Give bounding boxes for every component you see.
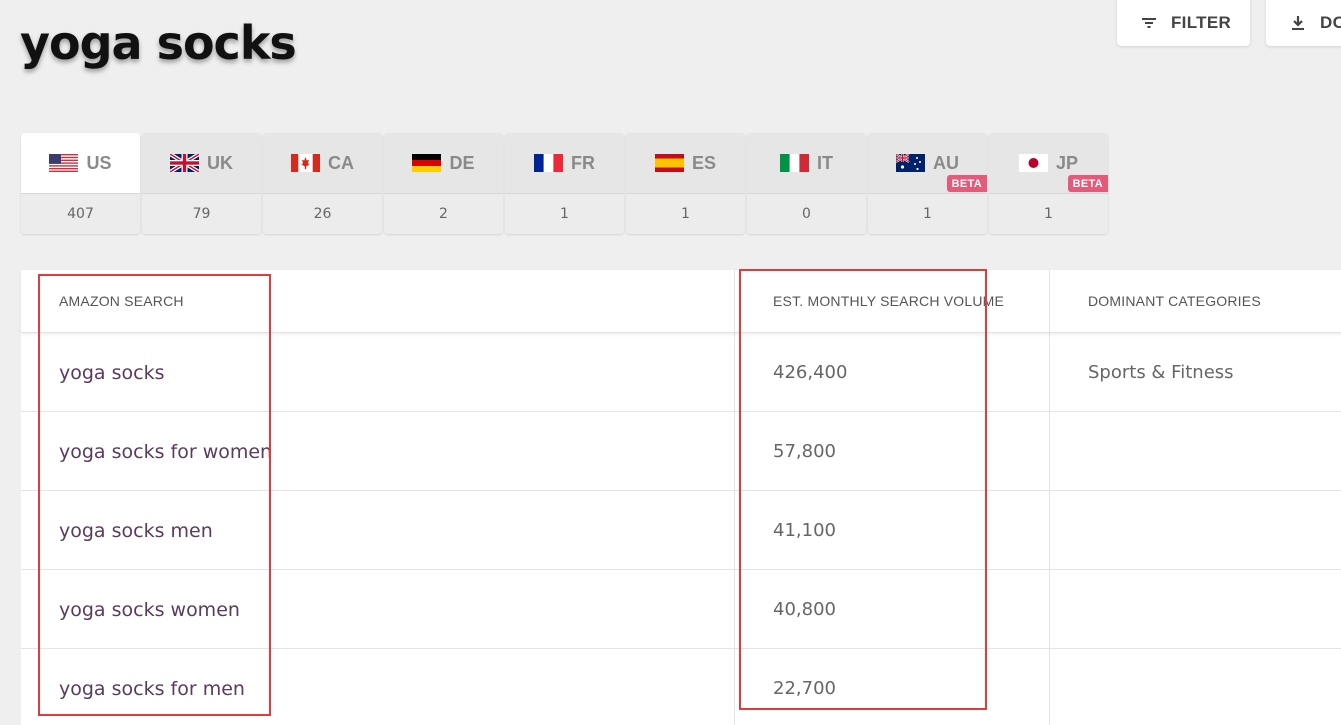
market-tab-fr[interactable]: FR 1 <box>505 133 624 234</box>
page: yoga socks FILTER DO US 407 UK 79 CA 26 … <box>0 0 1341 725</box>
market-count: 1 <box>989 194 1108 234</box>
market-tab-au[interactable]: AU 1 BETA <box>868 133 987 234</box>
table-row: yoga socks for women 57,800 <box>21 412 1341 491</box>
beta-badge: BETA <box>1067 175 1108 192</box>
jp-flag-icon <box>1018 154 1048 172</box>
table-row: yoga socks men 41,100 <box>21 491 1341 570</box>
market-count: 1 <box>505 194 624 234</box>
market-tab-es[interactable]: ES 1 <box>626 133 745 234</box>
market-code: AU <box>933 152 959 173</box>
de-flag-icon <box>412 154 442 172</box>
search-volume: 426,400 <box>773 362 848 383</box>
keyword-table: AMAZON SEARCH EST. MONTHLY SEARCH VOLUME… <box>21 270 1341 725</box>
search-volume: 41,100 <box>773 520 836 541</box>
search-term-link[interactable]: yoga socks men <box>59 491 213 570</box>
market-code: US <box>86 152 112 173</box>
table-row: yoga socks 426,400 Sports & Fitness <box>21 333 1341 412</box>
market-tab-jp[interactable]: JP 1 BETA <box>989 133 1108 234</box>
search-term-link[interactable]: yoga socks for women <box>59 412 272 491</box>
header-amazon-search[interactable]: AMAZON SEARCH <box>59 270 184 332</box>
market-tabs: US 407 UK 79 CA 26 DE 2 FR 1 ES 1 IT 0 A… <box>21 133 1108 234</box>
header-search-volume[interactable]: EST. MONTHLY SEARCH VOLUME <box>773 270 1004 332</box>
market-count: 0 <box>747 194 866 234</box>
market-count: 26 <box>263 194 382 234</box>
page-title: yoga socks <box>20 16 297 70</box>
uk-flag-icon <box>170 154 199 172</box>
market-code: CA <box>328 152 354 173</box>
search-volume: 40,800 <box>773 599 836 620</box>
market-code: FR <box>571 152 595 173</box>
dominant-category: Sports & Fitness <box>1088 362 1234 383</box>
filter-button-label: FILTER <box>1171 13 1232 32</box>
table-header: AMAZON SEARCH EST. MONTHLY SEARCH VOLUME… <box>21 270 1341 333</box>
market-count: 2 <box>384 194 503 234</box>
market-code: IT <box>817 152 833 173</box>
filter-button[interactable]: FILTER <box>1117 0 1250 46</box>
fr-flag-icon <box>534 154 563 172</box>
market-code: DE <box>449 152 475 173</box>
market-tab-de[interactable]: DE 2 <box>384 133 503 234</box>
au-flag-icon <box>896 154 925 172</box>
search-volume: 57,800 <box>773 441 836 462</box>
us-flag-icon <box>49 154 79 172</box>
market-tab-ca[interactable]: CA 26 <box>263 133 382 234</box>
table-row: yoga socks for men 22,700 <box>21 649 1341 725</box>
search-term-link[interactable]: yoga socks women <box>59 570 240 649</box>
download-button-label: DO <box>1320 13 1341 32</box>
ca-flag-icon <box>291 154 320 172</box>
es-flag-icon <box>654 154 684 172</box>
search-term-link[interactable]: yoga socks for men <box>59 649 245 725</box>
market-tab-us[interactable]: US 407 <box>21 133 140 234</box>
market-count: 407 <box>21 194 140 234</box>
download-button[interactable]: DO <box>1266 0 1341 46</box>
market-count: 1 <box>626 194 745 234</box>
search-volume: 22,700 <box>773 678 836 699</box>
beta-badge: BETA <box>946 175 987 192</box>
market-tab-it[interactable]: IT 0 <box>747 133 866 234</box>
market-code: UK <box>207 152 233 173</box>
table-row: yoga socks women 40,800 <box>21 570 1341 649</box>
market-count: 79 <box>142 194 261 234</box>
filter-icon <box>1142 18 1156 28</box>
market-tab-uk[interactable]: UK 79 <box>142 133 261 234</box>
download-icon <box>1292 16 1304 30</box>
market-count: 1 <box>868 194 987 234</box>
it-flag-icon <box>780 154 809 172</box>
market-code: ES <box>691 152 716 173</box>
market-code: JP <box>1055 152 1079 173</box>
search-term-link[interactable]: yoga socks <box>59 333 164 412</box>
header-dominant-categories[interactable]: DOMINANT CATEGORIES <box>1088 270 1261 332</box>
